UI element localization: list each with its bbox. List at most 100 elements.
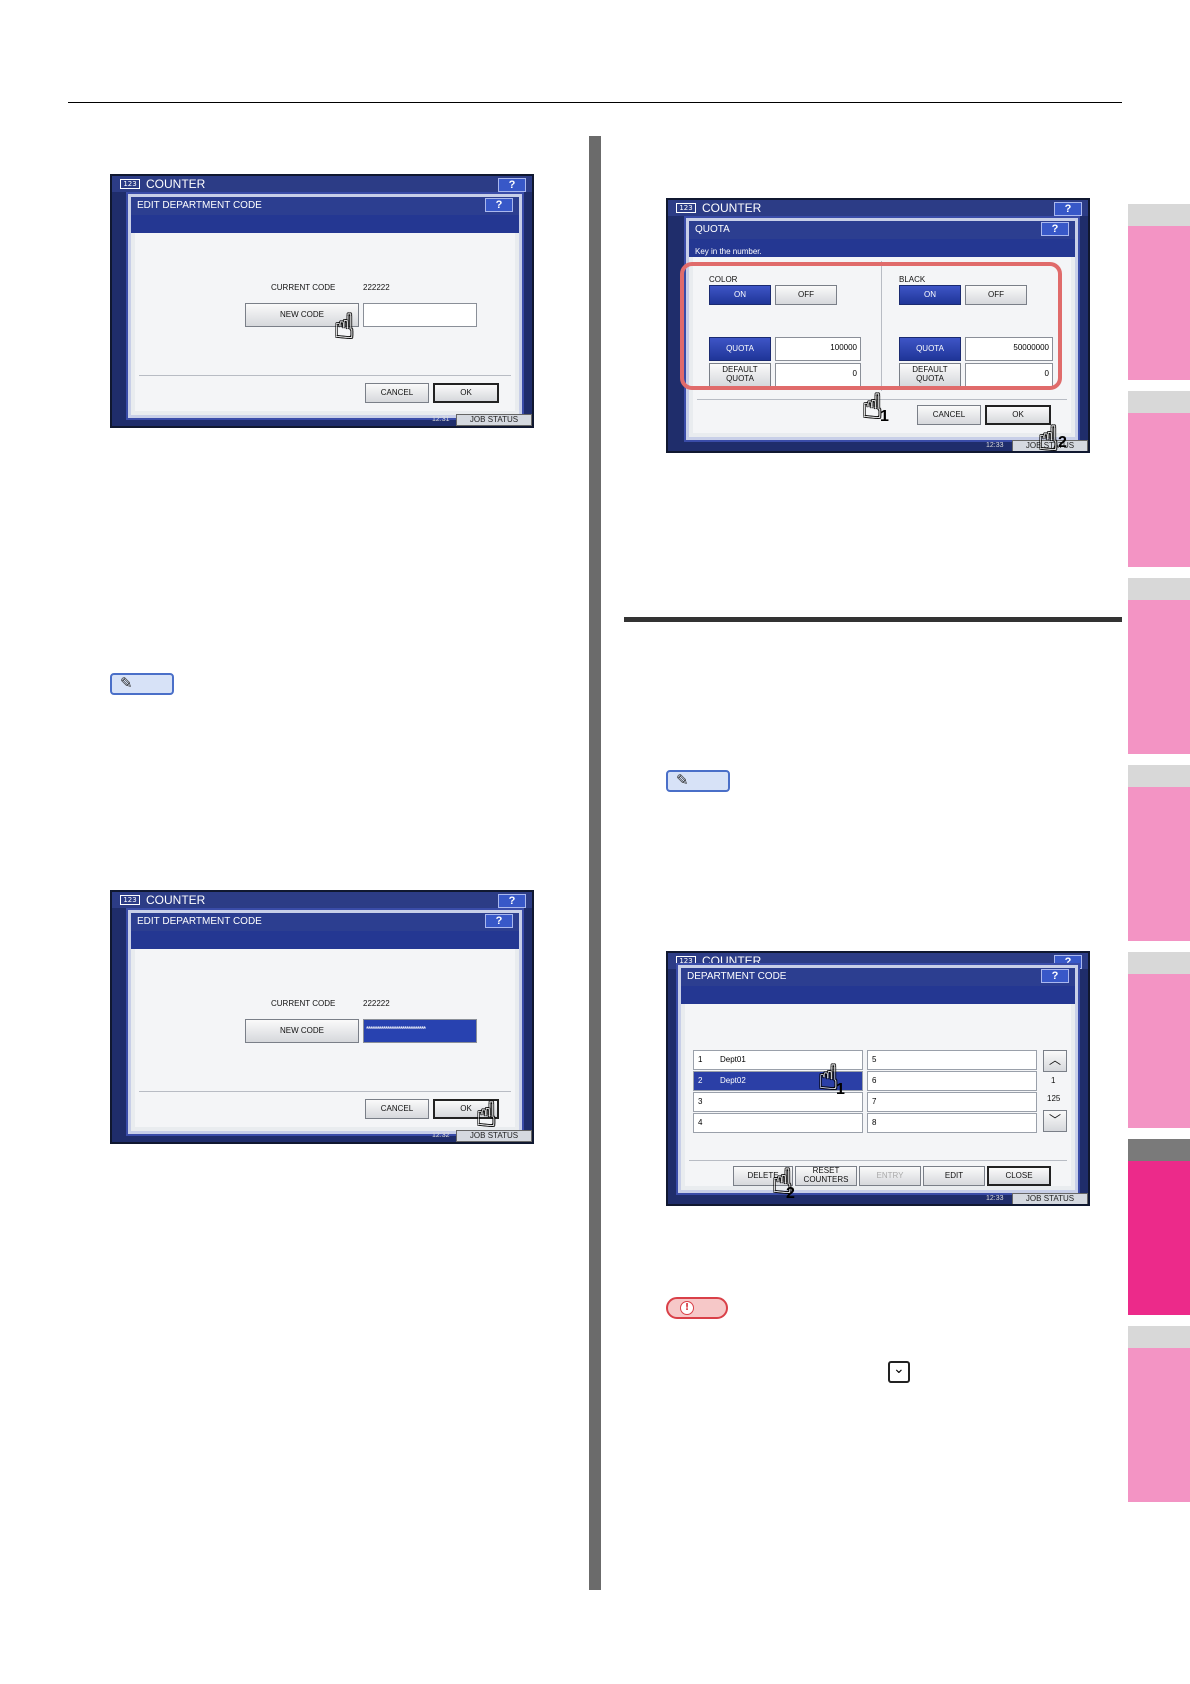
list-item[interactable]: 8 <box>867 1113 1037 1133</box>
help-button[interactable]: ? <box>1041 969 1069 983</box>
row-number: 8 <box>872 1118 877 1127</box>
dialog-title: EDIT DEPARTMENT CODE <box>131 197 519 215</box>
dialog-title: QUOTA <box>689 221 1075 239</box>
row-number: 7 <box>872 1097 877 1106</box>
entry-button[interactable]: ENTRY <box>859 1166 921 1186</box>
app-title: COUNTER <box>146 893 206 907</box>
help-button[interactable]: ? <box>1054 202 1082 216</box>
dialog-body: CURRENT CODE 222222 NEW CODE ***********… <box>135 949 515 1127</box>
side-tab-header-active <box>1128 1139 1190 1161</box>
list-item[interactable]: 7 <box>867 1092 1037 1112</box>
column-divider <box>589 136 601 1590</box>
dialog-band: Key in the number. <box>689 239 1075 257</box>
edit-department-dialog: EDIT DEPARTMENT CODE ? CURRENT CODE 2222… <box>126 908 524 1136</box>
close-button[interactable]: CLOSE <box>987 1166 1051 1186</box>
dialog-band <box>131 931 519 949</box>
row-number: 6 <box>872 1076 877 1085</box>
step-1-badge: 1 <box>836 1081 845 1098</box>
side-tab-header <box>1128 391 1190 413</box>
step-1-badge: 1 <box>880 408 889 425</box>
chevron-down-icon: ﹀ <box>1048 1113 1061 1128</box>
side-tab[interactable] <box>1128 1348 1190 1502</box>
edit-button[interactable]: EDIT <box>923 1166 985 1186</box>
list-item[interactable]: 5 <box>867 1050 1037 1070</box>
counter-icon: 123 <box>120 895 140 905</box>
reset-counters-button[interactable]: RESET COUNTERS <box>795 1166 857 1186</box>
row-number: 2 <box>698 1076 703 1085</box>
department-code-dialog: DEPARTMENT CODE ? 1 Dept01 2 Dept02 3 4 5 … <box>676 963 1080 1195</box>
screenshot-edit-code-empty: 123 COUNTER ? EDIT DEPARTMENT CODE ? CUR… <box>110 174 534 428</box>
edit-department-dialog: EDIT DEPARTMENT CODE ? CURRENT CODE 2222… <box>126 192 524 420</box>
help-button[interactable]: ? <box>1041 222 1069 236</box>
ok-button[interactable]: OK <box>433 383 499 403</box>
cancel-button[interactable]: CANCEL <box>365 1099 429 1119</box>
step-2-badge: 2 <box>1058 434 1067 451</box>
page-up-button[interactable]: ︿ <box>1043 1050 1067 1072</box>
row-number: 4 <box>698 1118 703 1127</box>
dialog-title: EDIT DEPARTMENT CODE <box>131 913 519 931</box>
chevron-down-icon: ⌄ <box>888 1361 910 1383</box>
cancel-button[interactable]: CANCEL <box>917 405 981 425</box>
clock: 12:31 <box>432 416 450 423</box>
side-tab-active[interactable] <box>1128 1161 1190 1315</box>
memo-icon: ✎ <box>110 673 174 695</box>
dialog-body: CURRENT CODE 222222 NEW CODE CANCEL OK <box>135 233 515 411</box>
side-tab-header <box>1128 952 1190 974</box>
help-button[interactable]: ? <box>498 178 526 192</box>
current-code-label: CURRENT CODE <box>271 283 336 292</box>
header-rule <box>68 102 1122 103</box>
app-title: COUNTER <box>146 177 206 191</box>
current-code-value: 222222 <box>363 999 390 1008</box>
clock: 12:33 <box>986 1195 1004 1202</box>
side-tab-header <box>1128 1326 1190 1348</box>
app-title: COUNTER <box>702 201 762 215</box>
screenshot-department-list: 123 COUNTER ? DEPARTMENT CODE ? 1 Dept01 … <box>666 951 1090 1206</box>
pointing-hand-icon: ☝ <box>1038 419 1059 453</box>
separator <box>689 1160 1067 1161</box>
side-tab-header <box>1128 578 1190 600</box>
help-button[interactable]: ? <box>485 914 513 928</box>
help-button[interactable]: ? <box>485 198 513 212</box>
instruction-text: Key in the number. <box>695 247 762 256</box>
row-number: 5 <box>872 1055 877 1064</box>
side-tab-header <box>1128 204 1190 226</box>
clock: 12:33 <box>986 442 1004 449</box>
new-code-button[interactable]: NEW CODE <box>245 1019 359 1043</box>
job-status-button[interactable]: JOB STATUS <box>1012 1193 1088 1204</box>
side-tab[interactable] <box>1128 226 1190 380</box>
row-number: 1 <box>698 1055 703 1064</box>
new-code-field[interactable] <box>363 303 477 327</box>
side-tab[interactable] <box>1128 787 1190 941</box>
side-tab[interactable] <box>1128 974 1190 1128</box>
pointing-hand-icon: ☝ <box>334 307 355 347</box>
row-name: Dept01 <box>720 1055 746 1064</box>
dialog-band <box>131 215 519 233</box>
cancel-button[interactable]: CANCEL <box>365 383 429 403</box>
job-status-button[interactable]: JOB STATUS <box>456 414 532 426</box>
list-item[interactable]: 6 <box>867 1071 1037 1091</box>
note-icon: ! <box>666 1297 728 1319</box>
screenshot-quota: 123 COUNTER ? QUOTA ? Key in the number.… <box>666 198 1090 453</box>
help-button[interactable]: ? <box>498 894 526 908</box>
row-number: 3 <box>698 1097 703 1106</box>
step-2-badge: 2 <box>786 1185 795 1202</box>
side-tab[interactable] <box>1128 600 1190 754</box>
current-code-label: CURRENT CODE <box>271 999 336 1008</box>
new-code-field[interactable]: **************************** <box>363 1019 477 1043</box>
dialog-body: 1 Dept01 2 Dept02 3 4 5 6 7 8 ︿ 1 125 ﹀ DE… <box>685 1004 1071 1186</box>
list-item[interactable]: 4 <box>693 1113 863 1133</box>
side-tab-header <box>1128 765 1190 787</box>
current-code-value: 222222 <box>363 283 390 292</box>
counter-icon: 123 <box>120 179 140 189</box>
memo-icon: ✎ <box>666 770 730 792</box>
screenshot-edit-code-entered: 123 COUNTER ? EDIT DEPARTMENT CODE ? CUR… <box>110 890 534 1144</box>
page-current: 1 <box>1051 1076 1056 1085</box>
side-tab[interactable] <box>1128 413 1190 567</box>
page-total: 125 <box>1047 1094 1061 1103</box>
dialog-title: DEPARTMENT CODE <box>681 968 1075 986</box>
counter-icon: 123 <box>676 203 696 213</box>
pointing-hand-icon: ☝ <box>476 1095 497 1135</box>
page-down-button[interactable]: ﹀ <box>1043 1110 1067 1132</box>
section-rule <box>624 617 1122 622</box>
separator <box>139 375 511 376</box>
